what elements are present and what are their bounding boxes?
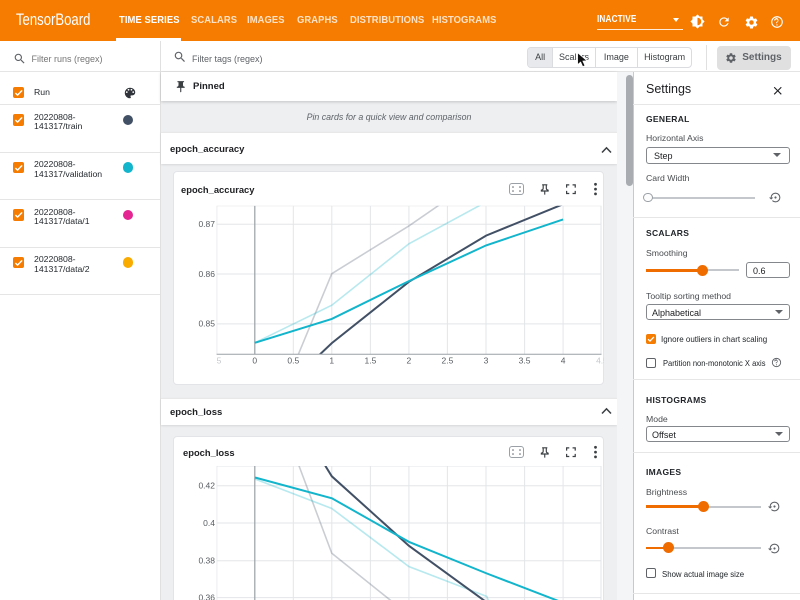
svg-text:epoch_accuracy: epoch_accuracy [181,184,255,195]
svg-text:4: 4 [561,356,566,366]
svg-text:3.5: 3.5 [519,356,531,366]
svg-text:0.87: 0.87 [198,219,215,229]
svg-text:0.85: 0.85 [198,319,215,329]
svg-text:0.38: 0.38 [198,556,215,566]
svg-text:epoch_loss: epoch_loss [183,447,235,458]
svg-text:4.5: 4.5 [596,356,604,366]
svg-text:0.42: 0.42 [198,481,215,491]
svg-text:0.86: 0.86 [198,269,215,279]
svg-text:0: 0 [252,356,257,366]
svg-text:2.5: 2.5 [441,356,453,366]
svg-text:0.36: 0.36 [198,592,215,600]
svg-text:1: 1 [329,356,334,366]
svg-text:2: 2 [407,356,412,366]
svg-text:0.4: 0.4 [203,518,215,528]
svg-text:3: 3 [484,356,489,366]
svg-text:1.5: 1.5 [364,356,376,366]
svg-text:0.5: 0.5 [287,356,299,366]
svg-text:5: 5 [217,356,222,366]
